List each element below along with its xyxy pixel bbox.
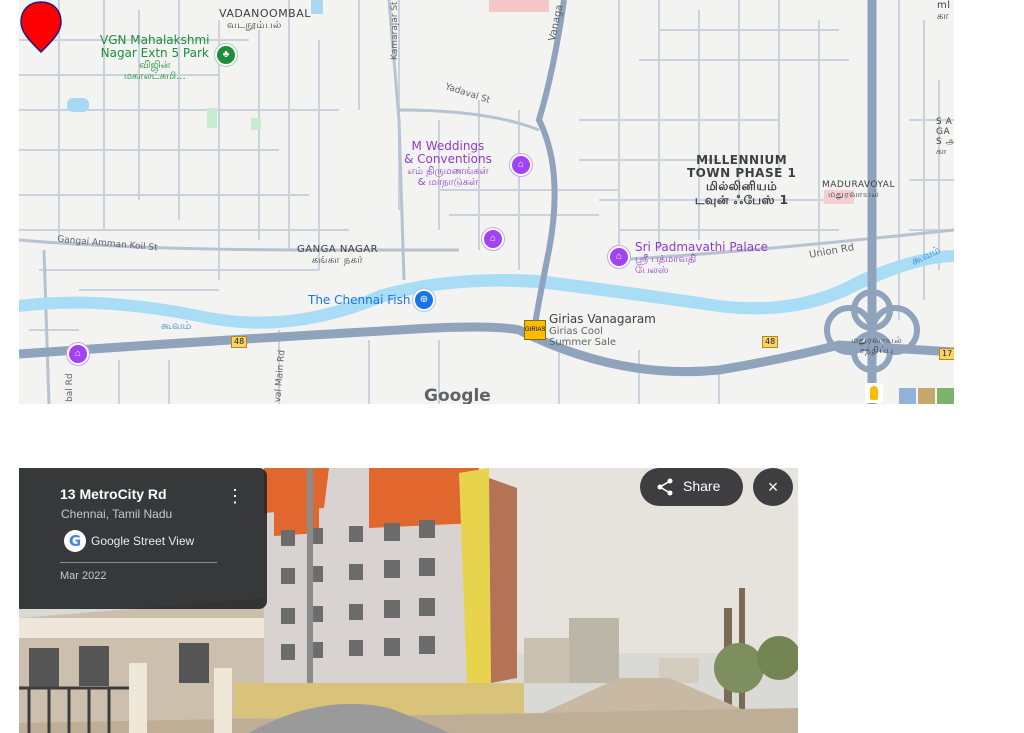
share-button[interactable]: Share: [640, 468, 743, 506]
highway-shield-48: 48: [231, 336, 248, 348]
share-icon: [657, 478, 673, 496]
street-label-bal-rd: bal Rd: [65, 373, 75, 402]
street-view-info-card: 13 MetroCity Rd Chennai, Tamil Nadu G Go…: [19, 468, 267, 609]
area-label-sa: S A GA S அ கா: [936, 117, 954, 157]
park-label-vgn[interactable]: VGN Mahalakshmi Nagar Extn 5 Park விஜின்…: [100, 33, 209, 82]
area-label-maduravoyal: MADURAVOYAL மதுரவாயல்: [822, 180, 895, 200]
divider: [60, 562, 217, 563]
address-title: 13 MetroCity Rd: [60, 486, 167, 502]
area-label-top-right: ml கா: [937, 0, 951, 22]
store-logo-icon[interactable]: GIRIAS: [524, 320, 546, 340]
poi-label-chennai-fish[interactable]: The Chennai Fish: [308, 293, 410, 307]
poi-label-padmavathi[interactable]: Sri Padmavathi Palace ஸ்ரீ பத்மாவதி பேலஸ…: [635, 240, 768, 276]
location-marker-icon[interactable]: [19, 0, 63, 54]
venue-pin-icon[interactable]: ⌂: [67, 343, 89, 365]
google-g-icon: G: [64, 530, 86, 552]
share-label: Share: [683, 478, 721, 494]
venue-pin-icon[interactable]: ⌂: [608, 246, 630, 268]
area-label-vadanoombal: VADANOOMBAL வடநூம்பல்: [219, 7, 311, 32]
capture-date: Mar 2022: [60, 570, 107, 582]
venue-pin-icon[interactable]: ⌂: [482, 228, 504, 250]
google-logo: Google: [424, 386, 491, 404]
more-options-button[interactable]: ⋮: [225, 485, 245, 507]
street-view-panel[interactable]: 13 MetroCity Rd Chennai, Tamil Nadu G Go…: [19, 468, 798, 733]
highway-shield-48: 48: [762, 336, 779, 348]
area-label-maduravoyal-junction: மதுரவாயல் சந்திப்பு: [851, 336, 903, 356]
poi-label-girias[interactable]: Girias Vanagaram Girias Cool Summer Sale: [549, 312, 656, 348]
river-label-left: கூவம்: [161, 319, 192, 332]
street-view-source: Google Street View: [91, 534, 195, 548]
park-pin-icon[interactable]: ♣: [215, 44, 237, 66]
venue-pin-icon[interactable]: ⌂: [510, 154, 532, 176]
area-label-ganga-nagar: GANGA NAGAR கங்கா நகர்: [297, 244, 379, 266]
pegman-icon[interactable]: [865, 383, 883, 403]
highway-shield-17: 17: [939, 348, 954, 360]
close-icon: ×: [767, 477, 779, 497]
close-button[interactable]: ×: [753, 468, 793, 506]
street-label-kamarajar: Kamarajar St: [390, 1, 400, 60]
city-label: Chennai, Tamil Nadu: [61, 507, 173, 521]
area-label-millennium: MILLENNIUM TOWN PHASE 1 மில்லினியம் டவுன…: [687, 153, 797, 207]
map-view[interactable]: VADANOOMBAL வடநூம்பல் VGN Mahalakshmi Na…: [19, 0, 954, 404]
shopping-cart-icon[interactable]: ⊕: [413, 289, 435, 311]
poi-label-m-weddings[interactable]: M Weddings & Conventions எம் திருமணங்கள்…: [404, 139, 492, 188]
map-layers-thumbnail[interactable]: [899, 388, 954, 404]
